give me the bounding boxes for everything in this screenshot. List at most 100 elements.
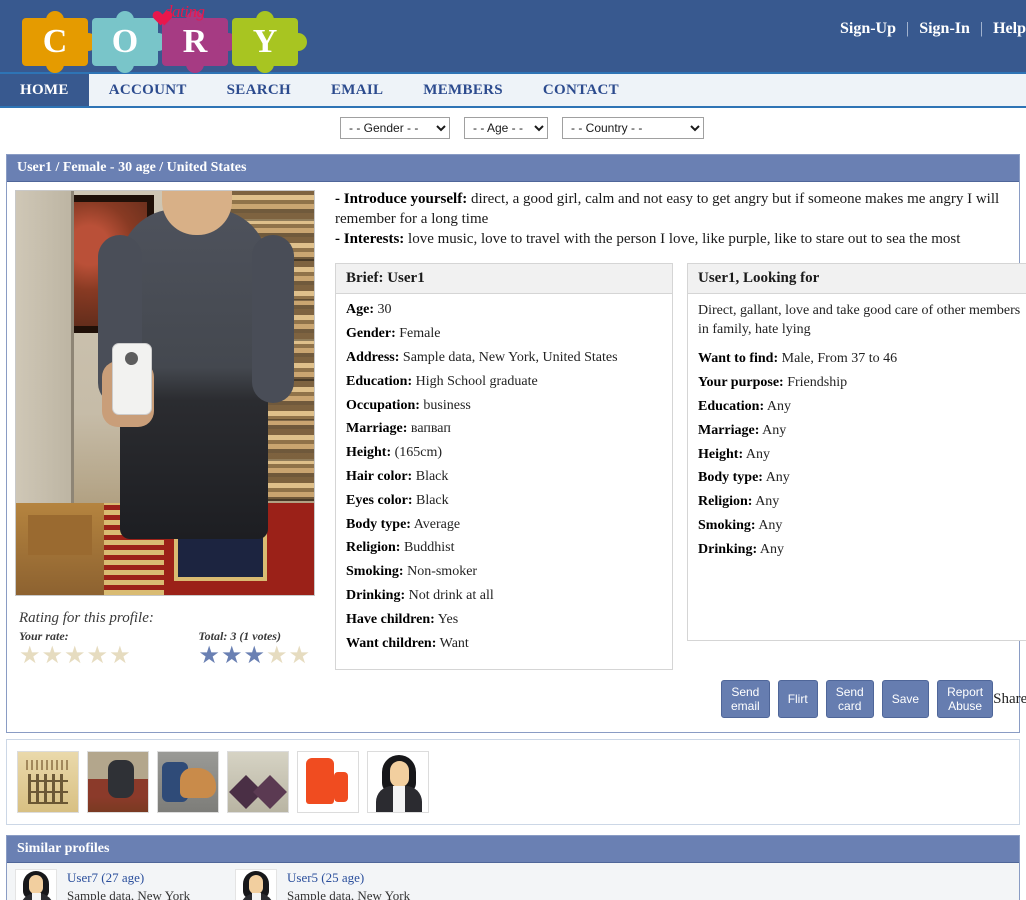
looking-row-marriage: Marriage: Any	[698, 422, 787, 438]
brief-row-age: Age: 30	[346, 302, 392, 318]
your-rate-stars[interactable]: ★★★★★	[19, 644, 132, 668]
site-logo[interactable]: dating C O R Y	[12, 2, 307, 73]
heart-icon	[150, 5, 167, 20]
female-avatar-thumbnail[interactable]	[367, 751, 429, 814]
help-link[interactable]: Help	[993, 20, 1026, 37]
hand-petting-dog-thumbnail[interactable]	[157, 751, 219, 814]
star-2[interactable]: ★	[42, 643, 65, 669]
profile-header-bar: User1 / Female - 30 age / United States	[7, 155, 1019, 182]
brief-row-hair-color: Hair color: Black	[346, 468, 449, 484]
brief-row-have-children: Have children: Yes	[346, 611, 459, 627]
quick-search-filters: - - Gender - - - - Age - - - - Country -…	[0, 108, 1026, 148]
report-abuse-button[interactable]: Report Abuse	[937, 680, 994, 719]
auth-links: Sign-Up | Sign-In | Help	[840, 20, 1026, 38]
looking-for-box-body: Direct, gallant, love and take good care…	[688, 294, 1026, 575]
nav-item-email[interactable]: EMAIL	[311, 74, 403, 106]
profile-intro-text: - Introduce yourself: direct, a good gir…	[335, 190, 1011, 249]
logo-piece-o: O	[92, 11, 167, 73]
total-star-2: ★	[220, 643, 244, 669]
share-label: Share:	[993, 690, 1026, 707]
person-in-room-thumbnail[interactable]	[87, 751, 149, 814]
send-email-button[interactable]: Send email	[721, 680, 770, 719]
similar-profile-item[interactable]: User5 (25 age) Sample data, New York	[235, 869, 435, 900]
logo-letter-c: C	[42, 23, 68, 60]
flirt-button[interactable]: Flirt	[777, 680, 818, 719]
avatar[interactable]	[15, 869, 57, 900]
brief-row-occupation: Occupation: business	[346, 397, 471, 413]
brief-row-drinking: Drinking: Not drink at all	[346, 587, 494, 603]
similar-profile-item[interactable]: User7 (27 age) Sample data, New York	[15, 869, 215, 900]
brief-row-eyes-color: Eyes color: Black	[346, 492, 449, 508]
brief-row-body-type: Body type: Average	[346, 516, 461, 532]
looking-for-lead: Direct, gallant, love and take good care…	[698, 303, 1021, 337]
logo-piece-r: R	[162, 11, 237, 73]
similar-profiles-title: Similar profiles	[7, 836, 1019, 864]
logo-piece-c: C	[22, 11, 97, 73]
profile-main-photo[interactable]	[15, 190, 315, 596]
star-1[interactable]: ★	[19, 643, 42, 669]
brief-box: Brief: User1 Age: 30 Gender: Female Addr…	[335, 263, 673, 671]
rating-title: Rating for this profile:	[19, 610, 154, 626]
site-header: dating C O R Y Sign-Up | Sign-In | Help	[0, 0, 1026, 74]
country-select[interactable]: - - Country - -	[562, 117, 704, 139]
brief-box-title: Brief: User1	[336, 264, 672, 295]
total-star-3: ★	[243, 643, 266, 669]
brief-row-height: Height: (165cm)	[346, 445, 443, 461]
total-rate-block: Total: 3 (1 votes) ★★★★★	[198, 629, 311, 668]
looking-row-body-type: Body type: Any	[698, 470, 790, 486]
nav-item-account[interactable]: ACCOUNT	[89, 74, 207, 106]
interests-label: - Interests:	[335, 230, 405, 247]
brief-box-body: Age: 30 Gender: Female Address: Sample d…	[336, 294, 672, 669]
looking-row-education: Education: Any	[698, 398, 791, 414]
looking-row-drinking: Drinking: Any	[698, 541, 784, 557]
heart-objects-thumbnail[interactable]	[227, 751, 289, 814]
gender-select[interactable]: - - Gender - -	[340, 117, 450, 139]
interests-text: love music, love to travel with the pers…	[404, 230, 961, 247]
auth-separator-2: |	[979, 20, 984, 37]
nav-item-contact[interactable]: CONTACT	[523, 74, 639, 106]
your-rate-block: Your rate: ★★★★★	[19, 629, 132, 668]
nav-item-home[interactable]: HOME	[0, 74, 89, 106]
brief-row-want-children: Want children: Want	[346, 635, 469, 651]
introduce-label: - Introduce yourself:	[335, 191, 468, 207]
looking-row-smoking: Smoking: Any	[698, 517, 783, 533]
send-card-button[interactable]: Send card	[825, 680, 874, 719]
logo-letter-r: R	[182, 23, 208, 60]
photo-gallery-strip	[6, 739, 1020, 826]
logo-piece-y: Y	[232, 11, 307, 73]
star-4[interactable]: ★	[87, 643, 110, 669]
avatar[interactable]	[235, 869, 277, 900]
profile-photo-column: Rating for this profile: Your rate: ★★★★…	[15, 190, 321, 724]
age-select[interactable]: - - Age - -	[464, 117, 548, 139]
brief-row-gender: Gender: Female	[346, 326, 441, 342]
profile-info-column: - Introduce yourself: direct, a good gir…	[321, 190, 1026, 724]
star-3[interactable]: ★	[64, 643, 87, 669]
similar-profile-name[interactable]: User7 (27 age)	[67, 869, 190, 887]
looking-row-want-to-find: Want to find: Male, From 37 to 46	[698, 351, 898, 367]
sign-up-link[interactable]: Sign-Up	[840, 20, 896, 37]
looking-row-purpose: Your purpose: Friendship	[698, 375, 848, 391]
puzzle-logo: C O R Y	[22, 11, 307, 73]
your-rate-label: Your rate:	[19, 629, 69, 643]
total-star-1: ★	[198, 643, 221, 669]
main-navigation: HOME ACCOUNT SEARCH EMAIL MEMBERS CONTAC…	[0, 74, 1026, 108]
auth-separator-1: |	[906, 20, 910, 37]
orange-shirts-thumbnail[interactable]	[297, 751, 359, 814]
save-button[interactable]: Save	[881, 680, 930, 719]
arabic-calligraphy-thumbnail[interactable]	[17, 751, 79, 814]
sign-in-link[interactable]: Sign-In	[919, 20, 970, 37]
brief-row-marriage: Marriage: вапвап	[346, 421, 451, 437]
profile-action-row: Send email Flirt Send card Save Report A…	[335, 670, 1026, 724]
brief-row-address: Address: Sample data, New York, United S…	[346, 349, 618, 365]
looking-row-religion: Religion: Any	[698, 494, 780, 510]
total-rate-stars: ★★★★★	[198, 644, 311, 668]
looking-for-box: User1, Looking for Direct, gallant, love…	[687, 263, 1026, 642]
nav-item-search[interactable]: SEARCH	[207, 74, 311, 106]
action-buttons: Send email Flirt Send card Save Report A…	[721, 680, 994, 719]
brief-row-education: Education: High School graduate	[346, 373, 538, 389]
star-5[interactable]: ★	[109, 643, 132, 669]
nav-item-members[interactable]: MEMBERS	[403, 74, 523, 106]
similar-profiles-section: Similar profiles User7 (27 age) Sample d…	[6, 835, 1020, 900]
logo-letter-y: Y	[252, 23, 278, 60]
similar-profile-name[interactable]: User5 (25 age)	[287, 869, 410, 887]
